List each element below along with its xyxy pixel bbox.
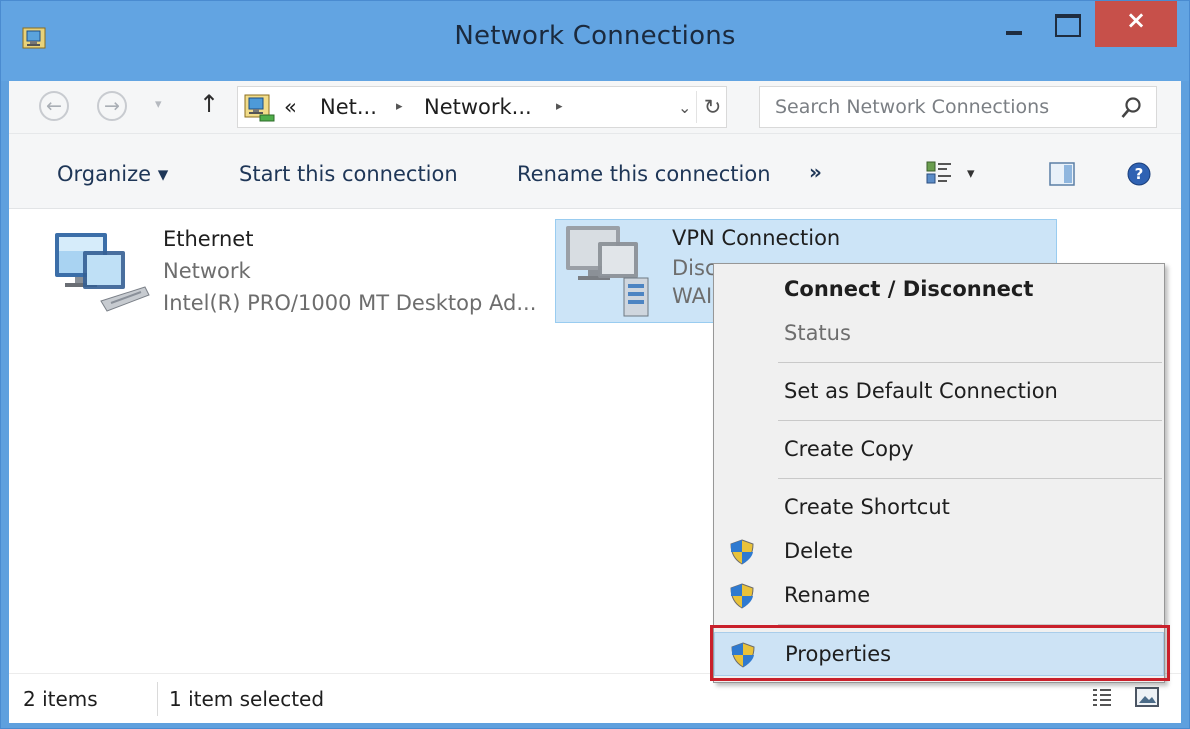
large-icons-view-icon[interactable] <box>1135 686 1159 708</box>
breadcrumb-chevron-icon[interactable]: ▸ <box>396 99 403 114</box>
explorer-window: Network Connections × ← → ▾ ↑ « Net... ▸ <box>0 0 1190 729</box>
menu-item-label: Rename <box>784 583 871 607</box>
menu-separator <box>778 478 1162 479</box>
item-status: Disc <box>672 256 717 280</box>
refresh-button[interactable]: ↻ <box>696 91 728 123</box>
address-dropdown-icon[interactable]: ⌄ <box>678 98 691 117</box>
context-menu: Connect / Disconnect Status Set as Defau… <box>713 263 1165 683</box>
highlight-annotation <box>710 625 1170 681</box>
item-device: WAI <box>672 284 713 308</box>
breadcrumb-segment[interactable]: Network... <box>424 95 532 119</box>
forward-button[interactable]: → <box>97 91 127 121</box>
uac-shield-icon <box>730 539 754 565</box>
details-view-icon[interactable] <box>1091 686 1113 708</box>
start-connection-button[interactable]: Start this connection <box>239 162 458 186</box>
up-button[interactable]: ↑ <box>199 90 219 118</box>
title-bar[interactable]: Network Connections × <box>1 1 1189 81</box>
preview-pane-icon[interactable] <box>1049 162 1075 186</box>
back-button[interactable]: ← <box>39 91 69 121</box>
more-commands-button[interactable]: » <box>809 160 822 184</box>
change-view-icon[interactable] <box>925 160 953 186</box>
help-icon[interactable]: ? <box>1127 162 1151 186</box>
menu-item-label: Delete <box>784 539 853 563</box>
menu-item-set-default[interactable]: Set as Default Connection <box>714 370 1164 414</box>
item-count: 2 items <box>23 687 98 711</box>
vpn-adapter-icon <box>566 226 649 317</box>
search-box[interactable]: Search Network Connections <box>759 86 1157 128</box>
menu-item-label: Create Copy <box>784 437 914 461</box>
menu-item-status[interactable]: Status <box>714 312 1164 356</box>
uac-shield-icon <box>730 583 754 609</box>
menu-separator <box>778 420 1162 421</box>
search-placeholder: Search Network Connections <box>775 96 1050 118</box>
breadcrumb-segment[interactable]: Net... <box>320 95 377 119</box>
menu-item-connect-disconnect[interactable]: Connect / Disconnect <box>714 268 1164 312</box>
item-device: Intel(R) PRO/1000 MT Desktop Ad... <box>163 291 537 315</box>
menu-separator <box>778 362 1162 363</box>
back-arrow-icon: ← <box>46 95 62 117</box>
menu-item-create-copy[interactable]: Create Copy <box>714 428 1164 472</box>
search-icon[interactable] <box>1120 96 1142 120</box>
organize-menu[interactable]: Organize ▾ <box>57 162 168 186</box>
view-options-dropdown-icon[interactable]: ▾ <box>967 164 975 182</box>
menu-item-rename[interactable]: Rename <box>714 574 1164 618</box>
minimize-button[interactable] <box>991 1 1037 47</box>
address-row: ← → ▾ ↑ « Net... ▸ Network... ▸ ⌄ ↻ Sear… <box>9 81 1181 133</box>
menu-item-label: Create Shortcut <box>784 495 950 519</box>
forward-arrow-icon: → <box>104 95 120 117</box>
item-name: VPN Connection <box>672 226 841 250</box>
close-icon: × <box>1125 6 1147 34</box>
recent-locations-dropdown[interactable]: ▾ <box>155 97 162 112</box>
menu-item-create-shortcut[interactable]: Create Shortcut <box>714 486 1164 530</box>
status-divider <box>157 682 158 716</box>
ethernet-item[interactable]: Ethernet Network Intel(R) PRO/1000 MT De… <box>45 223 565 323</box>
menu-item-label: Status <box>784 321 851 345</box>
command-bar: Organize ▾ Start this connection Rename … <box>9 133 1181 209</box>
menu-item-delete[interactable]: Delete <box>714 530 1164 574</box>
network-connections-icon <box>244 94 275 122</box>
item-status: Network <box>163 259 251 283</box>
close-button[interactable]: × <box>1095 1 1177 47</box>
breadcrumb-overflow[interactable]: « <box>284 95 297 119</box>
rename-connection-button[interactable]: Rename this connection <box>517 162 771 186</box>
maximize-button[interactable] <box>1043 1 1089 47</box>
breadcrumb-chevron-icon[interactable]: ▸ <box>556 99 563 114</box>
address-bar[interactable]: « Net... ▸ Network... ▸ ⌄ ↻ <box>237 86 727 128</box>
ethernet-adapter-icon <box>55 233 150 312</box>
item-name: Ethernet <box>163 227 254 251</box>
menu-item-label: Connect / Disconnect <box>784 277 1034 301</box>
selection-count: 1 item selected <box>169 687 325 711</box>
menu-item-label: Set as Default Connection <box>784 379 1058 403</box>
svg-text:?: ? <box>1135 165 1144 183</box>
